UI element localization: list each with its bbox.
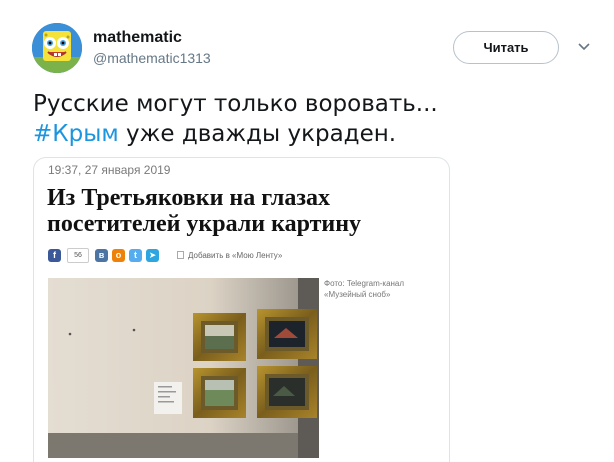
- museum-wall-photo: [48, 278, 319, 458]
- tweet-text-line2: #Крым уже дважды украден.: [33, 119, 593, 149]
- author-handle[interactable]: @mathematic1313: [93, 49, 211, 67]
- facebook-icon: f: [48, 248, 61, 262]
- chevron-down-icon[interactable]: [576, 38, 592, 54]
- twitter-icon: t: [129, 248, 142, 262]
- tweet-text: Русские могут только воровать... #Крым у…: [33, 89, 593, 149]
- photo-caption: Фото: Telegram-канал «Музейный сноб»: [324, 279, 405, 299]
- hashtag-link[interactable]: #Крым: [33, 121, 119, 147]
- tweet-media-image[interactable]: 19:37, 27 января 2019 Из Третьяковки на …: [33, 157, 450, 462]
- article-headline-line2: посетителей украли картину: [47, 211, 362, 237]
- tweet-text-line1: Русские могут только воровать...: [33, 91, 438, 117]
- article-headline-line1: Из Третьяковки на глазах: [47, 185, 331, 211]
- add-to-feed-label: Добавить в «Мою Ленту»: [188, 250, 283, 260]
- share-bar: f 56 в о t ➤ Добавить в «Мою Ленту»: [48, 247, 282, 263]
- spongebob-avatar-icon: [32, 23, 82, 73]
- avatar[interactable]: [32, 23, 82, 73]
- odnoklassniki-icon: о: [112, 248, 125, 262]
- article-headline: Из Третьяковки на глазах посетителей укр…: [47, 185, 427, 237]
- share-count: 56: [67, 247, 89, 263]
- checkbox-icon: [177, 251, 184, 259]
- add-to-feed: Добавить в «Мою Ленту»: [177, 251, 282, 260]
- article-date: 19:37, 27 января 2019: [48, 163, 171, 177]
- follow-button[interactable]: Читать: [453, 31, 559, 64]
- vk-icon: в: [95, 248, 108, 262]
- telegram-icon: ➤: [146, 248, 159, 262]
- author-display-name[interactable]: mathematic: [93, 29, 211, 47]
- tweet-text-line2-rest: уже дважды украден.: [118, 121, 397, 147]
- author-block[interactable]: mathematic @mathematic1313: [93, 29, 211, 67]
